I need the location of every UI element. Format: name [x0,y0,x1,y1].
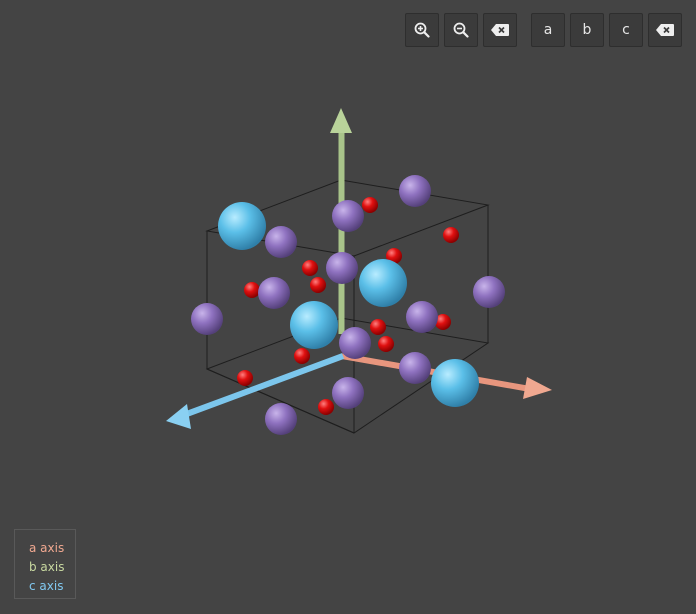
atom-large [359,259,407,307]
atom-medium [339,327,371,359]
atom-small [244,282,260,298]
atom-medium [258,277,290,309]
atom-medium [399,352,431,384]
atom-small [302,260,318,276]
view-along-b-button[interactable]: b [570,13,604,47]
legend-b-axis: b axis [29,560,65,574]
backspace-icon [491,24,509,36]
reset-view-button[interactable] [483,13,517,47]
atom-small [310,277,326,293]
atom-medium [191,303,223,335]
atom-large [218,202,266,250]
c-axis-arrow [166,353,345,429]
legend-a-axis: a axis [29,541,65,555]
zoom-toolbar [405,13,517,49]
view-along-c-button[interactable]: c [609,13,643,47]
atom-small [294,348,310,364]
atom-large [431,359,479,407]
atom-small [443,227,459,243]
view-along-a-button[interactable]: a [531,13,565,47]
large-blue-atoms [218,202,479,407]
atom-small [378,336,394,352]
atom-medium [332,200,364,232]
crystal-structure-viewport[interactable] [0,0,696,614]
zoom-in-icon [414,22,430,38]
atom-medium [326,252,358,284]
atom-medium [473,276,505,308]
axis-view-toolbar: a b c [531,13,682,49]
axis-legend: a axis b axis c axis [14,529,76,599]
atom-small [237,370,253,386]
clear-button[interactable] [648,13,682,47]
legend-c-axis: c axis [29,579,64,593]
zoom-out-button[interactable] [444,13,478,47]
atom-small [370,319,386,335]
atom-medium [406,301,438,333]
atom-medium [332,377,364,409]
atom-small [318,399,334,415]
atom-small [362,197,378,213]
backspace-icon [656,24,674,36]
atom-large [290,301,338,349]
zoom-out-icon [453,22,469,38]
zoom-in-button[interactable] [405,13,439,47]
atom-medium [265,403,297,435]
atom-medium [265,226,297,258]
atom-medium [399,175,431,207]
